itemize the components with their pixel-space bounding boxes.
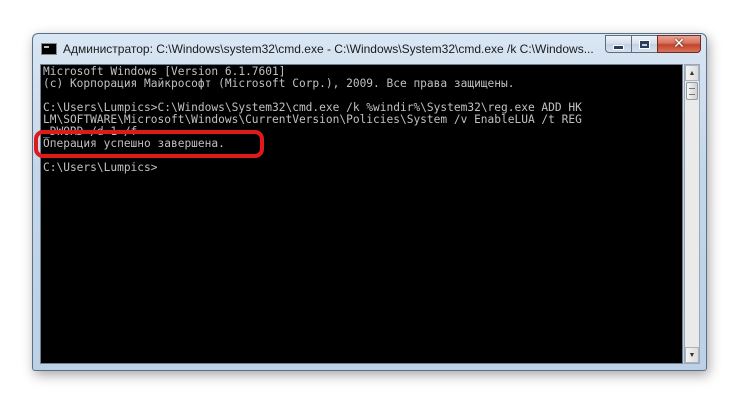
console-prompt: C:\Users\Lumpics>: [43, 161, 158, 174]
scroll-up-button[interactable]: ▲: [685, 65, 699, 81]
console-line: (c) Корпорация Майкрософт (Microsoft Cor…: [43, 77, 515, 90]
maximize-button[interactable]: [631, 35, 657, 53]
title-bar[interactable]: Администратор: C:\Windows\system32\cmd.e…: [33, 34, 706, 64]
close-button[interactable]: ✕: [657, 35, 701, 53]
highlight-annotation: [34, 130, 264, 158]
console-output[interactable]: Microsoft Windows [Version 6.1.7601] (c) …: [40, 64, 683, 364]
close-icon: ✕: [673, 36, 685, 52]
vertical-scrollbar[interactable]: ▲ ▼: [684, 64, 700, 364]
cmd-window: Администратор: C:\Windows\system32\cmd.e…: [32, 33, 707, 371]
cmd-app-icon[interactable]: [41, 43, 57, 55]
minimize-icon: [613, 44, 624, 50]
minimize-button[interactable]: [605, 35, 631, 53]
arrow-down-icon: ▼: [688, 351, 696, 359]
scroll-down-button[interactable]: ▼: [685, 347, 699, 363]
window-title: Администратор: C:\Windows\system32\cmd.e…: [63, 42, 594, 56]
maximize-icon: [639, 39, 650, 49]
scrollbar-thumb[interactable]: [686, 82, 698, 100]
arrow-up-icon: ▲: [688, 69, 696, 77]
window-controls: ✕: [605, 35, 701, 54]
